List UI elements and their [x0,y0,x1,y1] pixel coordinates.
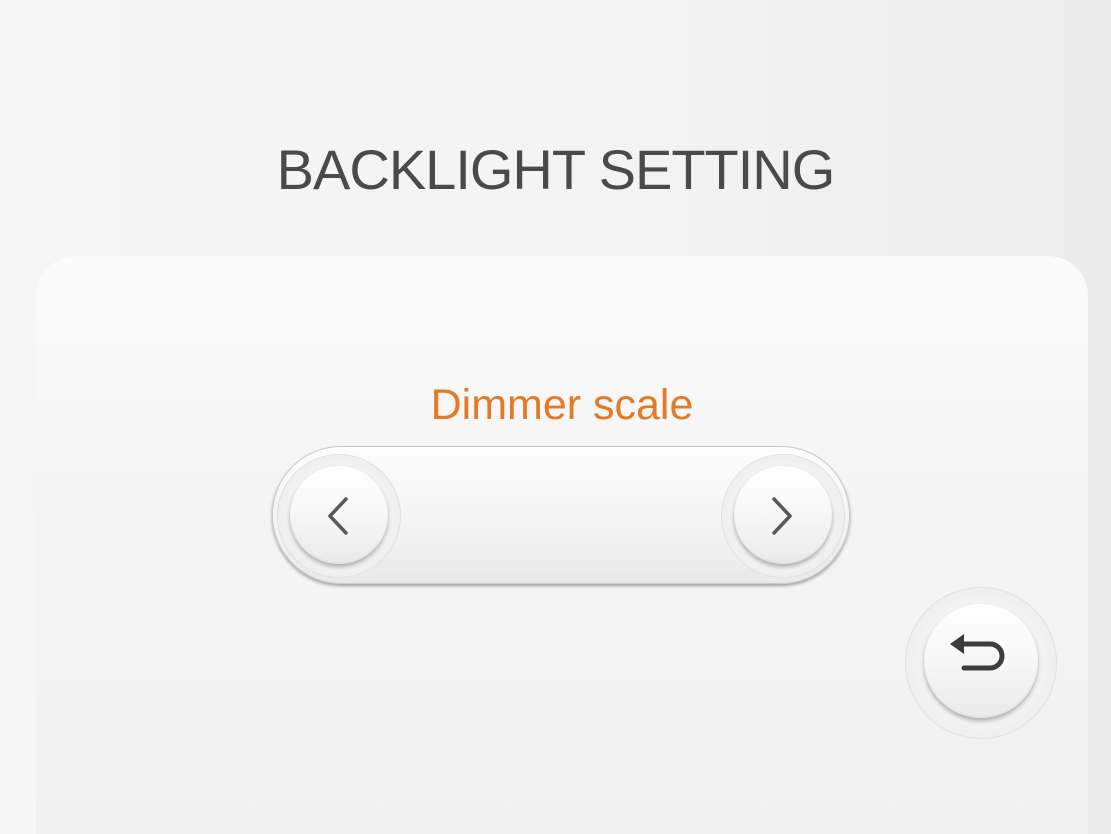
dimmer-scale-label: Dimmer scale [430,381,694,429]
backlight-setting-screen: BACKLIGHT SETTING Dimmer scale [0,0,1111,834]
increase-button[interactable] [722,455,844,577]
page-title: BACKLIGHT SETTING [276,138,836,201]
back-button[interactable] [906,588,1056,738]
chevron-left-icon [328,497,348,535]
chevron-right-icon [772,497,792,535]
decrease-button[interactable] [278,455,400,577]
return-arrow-icon [950,634,1005,671]
